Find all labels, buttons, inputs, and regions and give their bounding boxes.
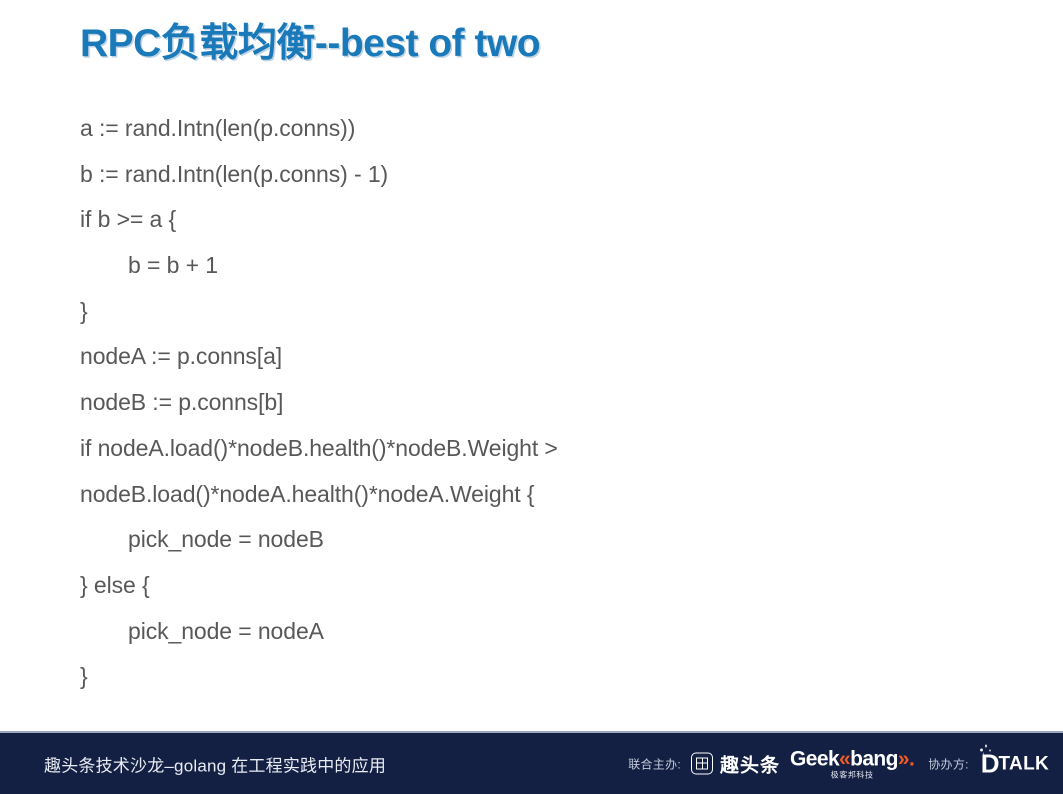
geekbang-accent-right-icon: ». (897, 747, 915, 770)
qutoutiao-name: 趣头条 (720, 755, 781, 776)
coorganizer-group: 协办方: D TALK (928, 744, 1049, 777)
code-line: nodeA := p.conns[a] (80, 343, 283, 370)
code-line: nodeB.load()*nodeA.health()*nodeA.Weight… (80, 480, 535, 507)
dtalk-logo: D TALK (979, 744, 1049, 777)
code-line: if b >= a { (80, 206, 177, 233)
page-title: RPC负载均衡--best of two (80, 22, 541, 65)
coorganizer-label: 协办方: (928, 757, 969, 771)
footer-event-title: 趣头条技术沙龙–golang 在工程实践中的应用 (44, 756, 387, 775)
geekbang-text-bang: bang (850, 747, 898, 770)
geekbang-accent-left-icon: « (839, 747, 851, 770)
geekbang-subtitle: 极客邦科技 (830, 770, 874, 779)
code-line: b = b + 1 (128, 252, 218, 279)
qutoutiao-logo: 趣头条 (691, 750, 780, 777)
code-line: } (80, 663, 88, 690)
geekbang-wordmark: Geek « bang ». (790, 747, 915, 770)
cohost-group: 联合主办: 趣头条 Geek « bang ». 极客邦科技 (628, 747, 915, 779)
code-line: } else { (80, 571, 150, 598)
slide-footer: 趣头条技术沙龙–golang 在工程实践中的应用 联合主办: 趣头条 Geek … (0, 731, 1063, 794)
sparkle-icon (979, 744, 996, 755)
dtalk-wordmark: TALK (998, 753, 1049, 774)
code-line: a := rand.Intn(len(p.conns)) (80, 115, 356, 141)
geekbang-logo: Geek « bang ». 极客邦科技 (790, 747, 915, 779)
qutoutiao-mark-icon (691, 752, 714, 775)
code-block: a := rand.Intn(len(p.conns)) b := rand.I… (80, 106, 980, 700)
slide-canvas: RPC负载均衡--best of two a := rand.Intn(len(… (0, 0, 1063, 794)
code-line: b := rand.Intn(len(p.conns) - 1) (80, 160, 389, 187)
footer-sponsors: 联合主办: 趣头条 Geek « bang ». 极客邦科技 协办方: D TA… (628, 744, 1049, 779)
qutoutiao-mark-inner-icon (696, 757, 709, 770)
code-line: pick_node = nodeB (128, 526, 324, 553)
code-line: } (80, 297, 88, 324)
code-line: if nodeA.load()*nodeB.health()*nodeB.Wei… (80, 434, 558, 461)
code-line: nodeB := p.conns[b] (80, 389, 284, 416)
geekbang-text-geek: Geek (790, 747, 840, 770)
cohost-label: 联合主办: (628, 757, 682, 771)
code-line: pick_node = nodeA (128, 617, 324, 644)
